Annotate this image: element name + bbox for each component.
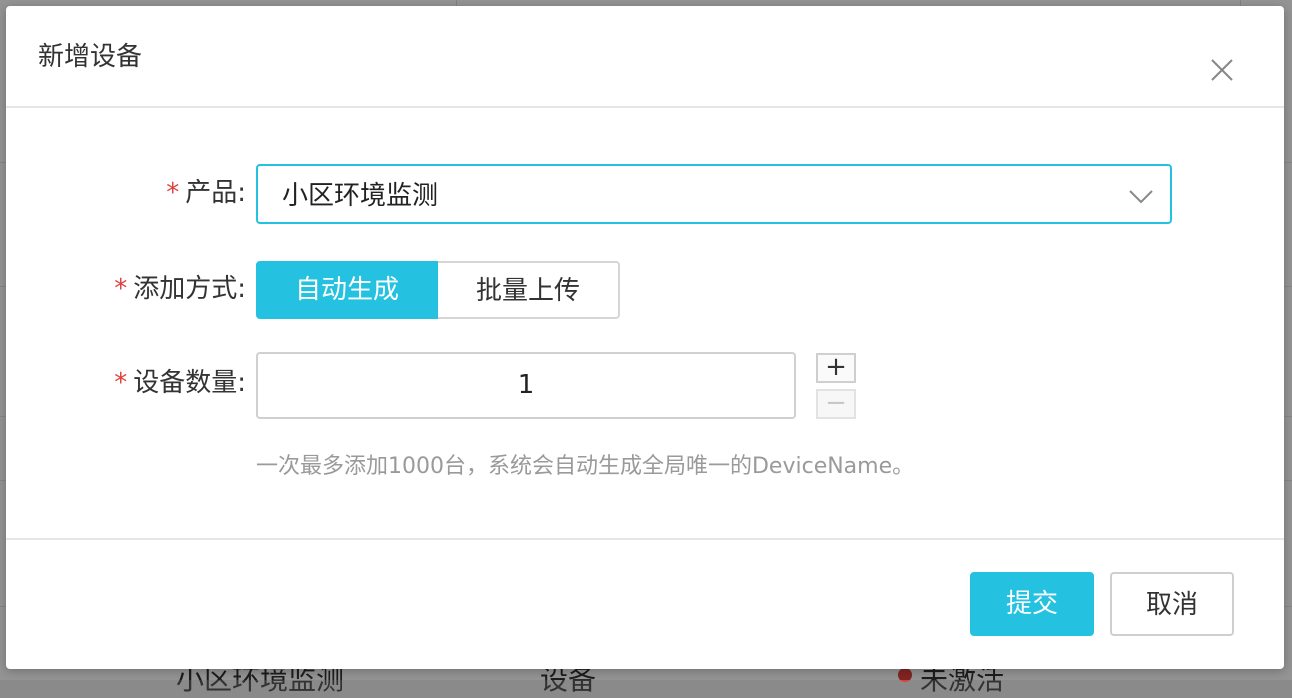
decrement-button[interactable]: − [816,389,856,419]
required-mark: * [114,274,128,304]
add-method-auto-generate[interactable]: 自动生成 [256,261,438,319]
add-device-dialog: 新增设备 * 产品: 小区环境监测 * 添加方式: 自动生成 批量上传 * 设备数量:… [6,6,1284,669]
close-icon[interactable] [1208,56,1236,84]
submit-button[interactable]: 提交 [970,572,1094,636]
add-method-label-text: 添加方式: [133,274,246,304]
chevron-down-icon [1129,190,1153,204]
required-mark: * [166,178,180,208]
add-method-label: * 添加方式: [6,272,246,306]
product-select-value: 小区环境监测 [282,181,439,211]
footer-divider [6,538,1284,540]
add-method-batch-upload[interactable]: 批量上传 [438,261,620,319]
required-mark: * [114,368,128,398]
cancel-button[interactable]: 取消 [1110,572,1234,636]
product-label: * 产品: [6,176,246,210]
dialog-title: 新增设备 [38,42,143,72]
header-divider [6,106,1284,108]
product-label-text: 产品: [185,178,246,208]
increment-button[interactable]: + [816,353,856,383]
device-count-hint: 一次最多添加1000台，系统会自动生成全局唯一的DeviceName。 [256,454,915,479]
product-select[interactable]: 小区环境监测 [256,164,1172,224]
device-count-input[interactable]: 1 [256,352,796,419]
device-count-label: * 设备数量: [6,366,246,400]
device-count-label-text: 设备数量: [133,368,246,398]
